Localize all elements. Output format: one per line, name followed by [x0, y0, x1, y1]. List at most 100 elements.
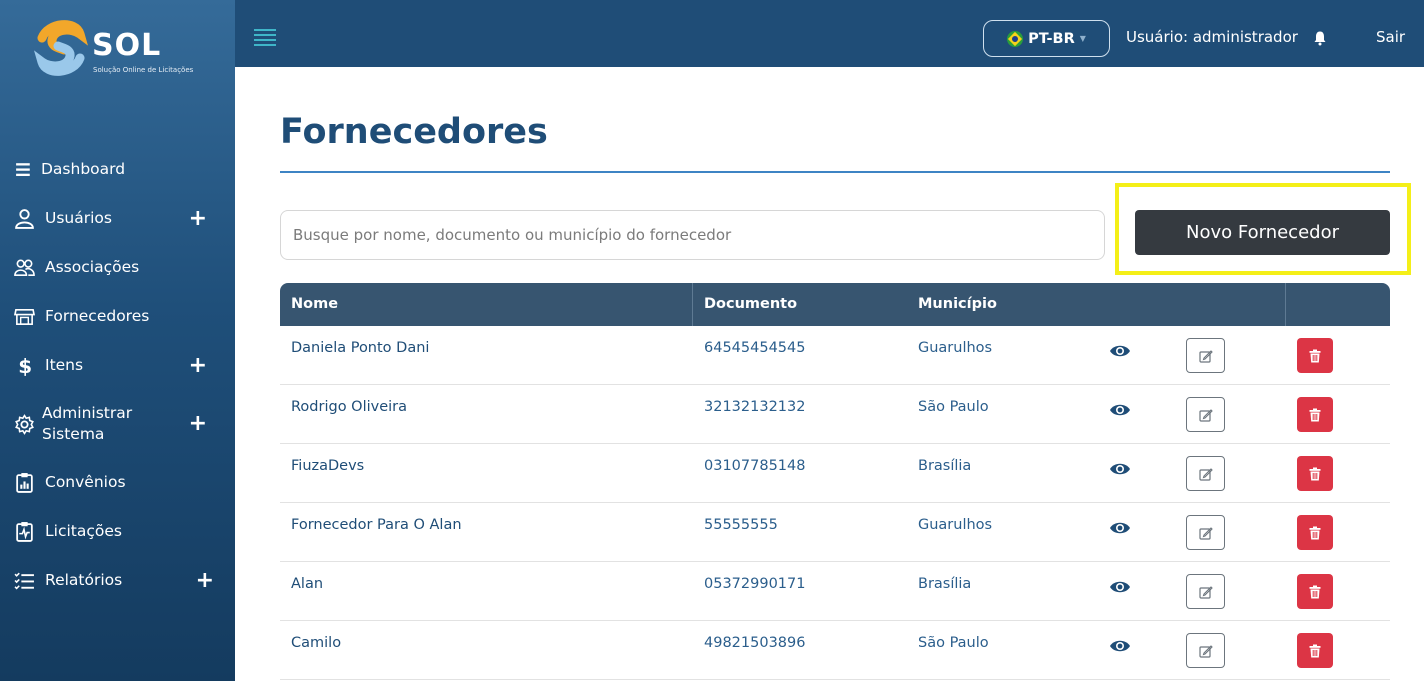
sidebar-item-convenios[interactable]: Convênios: [0, 458, 235, 507]
menu-toggle-icon[interactable]: [254, 29, 276, 46]
sidebar-item-label: Licitações: [45, 522, 122, 540]
trash-icon: [1309, 585, 1321, 598]
expand-plus-icon[interactable]: +: [196, 569, 214, 592]
sidebar-item-itens[interactable]: $ Itens +: [0, 341, 235, 390]
trash-icon: [1309, 526, 1321, 539]
supplier-document: 64545454545: [704, 340, 806, 356]
supplier-document: 03107785148: [704, 458, 806, 474]
sidebar-item-label: Administrar Sistema: [42, 404, 133, 443]
edit-icon: [1198, 526, 1213, 540]
supplier-city: Brasília: [918, 576, 972, 592]
edit-button[interactable]: [1186, 633, 1225, 668]
logo[interactable]: SOL Solução Online de Licitações: [34, 20, 214, 80]
edit-button[interactable]: [1186, 574, 1225, 609]
table-header: Nome Documento Município: [280, 283, 1390, 326]
logout-link[interactable]: Sair: [1376, 28, 1405, 46]
sidebar-item-fornecedores[interactable]: Fornecedores: [0, 292, 235, 341]
supplier-name: Fornecedor Para O Alan: [291, 517, 462, 533]
edit-icon: [1198, 467, 1213, 481]
eye-icon[interactable]: [1109, 461, 1131, 477]
dollar-icon: $: [12, 354, 36, 378]
sidebar-item-licitacoes[interactable]: Licitações: [0, 507, 235, 556]
table-row: Camilo 49821503896 São Paulo: [280, 621, 1390, 680]
sidebar-item-relatorios[interactable]: Relatórios +: [0, 556, 235, 605]
eye-icon[interactable]: [1109, 579, 1131, 595]
table-body: Daniela Ponto Dani 64545454545 Guarulhos: [280, 326, 1390, 680]
top-header: PT-BR ▼ Usuário: administrador Sair: [235, 0, 1424, 67]
sidebar-item-label: Itens: [45, 356, 84, 374]
edit-icon: [1198, 585, 1213, 599]
brand-name: SOL: [92, 28, 162, 63]
table-row: FiuzaDevs 03107785148 Brasília: [280, 444, 1390, 503]
user-label: Usuário: administrador: [1126, 28, 1298, 46]
sidebar-item-usuarios[interactable]: Usuários +: [0, 194, 235, 243]
column-header-document[interactable]: Documento: [704, 283, 797, 326]
edit-button[interactable]: [1186, 397, 1225, 432]
eye-icon[interactable]: [1109, 343, 1131, 359]
gear-icon: [12, 412, 36, 436]
column-divider: [1285, 283, 1286, 326]
clipboard-chart-icon: [12, 471, 36, 495]
edit-icon: [1198, 644, 1213, 658]
checklist-icon: [12, 569, 36, 593]
sidebar-item-label: Usuários: [45, 209, 112, 227]
trash-icon: [1309, 644, 1321, 657]
brazil-flag-icon: [1007, 30, 1024, 47]
bell-icon[interactable]: [1312, 30, 1328, 46]
sidebar-item-dashboard[interactable]: Dashboard: [0, 145, 235, 194]
sidebar-item-label: Relatórios: [45, 571, 123, 589]
delete-button[interactable]: [1297, 515, 1333, 550]
suppliers-table: Nome Documento Município Daniela Ponto D…: [280, 283, 1390, 680]
user-icon: [12, 207, 36, 231]
sidebar-item-label: Dashboard: [41, 160, 126, 178]
supplier-name: Alan: [291, 576, 324, 592]
edit-button[interactable]: [1186, 515, 1225, 550]
delete-button[interactable]: [1297, 456, 1333, 491]
sidebar-item-label: Fornecedores: [45, 307, 150, 325]
column-header-name[interactable]: Nome: [291, 283, 338, 326]
sidebar-item-label: Associações: [45, 258, 140, 276]
edit-button[interactable]: [1186, 456, 1225, 491]
title-divider: [280, 171, 1390, 173]
delete-button[interactable]: [1297, 574, 1333, 609]
expand-plus-icon[interactable]: +: [189, 413, 207, 435]
delete-button[interactable]: [1297, 633, 1333, 668]
eye-icon[interactable]: [1109, 520, 1131, 536]
delete-button[interactable]: [1297, 397, 1333, 432]
sidebar-menu: Dashboard Usuários + Associações Fornece…: [0, 145, 235, 605]
supplier-city: São Paulo: [918, 635, 989, 651]
search-input[interactable]: [280, 210, 1105, 260]
supplier-name: Rodrigo Oliveira: [291, 399, 408, 415]
supplier-name: FiuzaDevs: [291, 458, 365, 474]
expand-plus-icon[interactable]: +: [189, 207, 207, 230]
table-row: Fornecedor Para O Alan 55555555 Guarulho…: [280, 503, 1390, 562]
edit-icon: [1198, 349, 1213, 363]
table-row: Daniela Ponto Dani 64545454545 Guarulhos: [280, 326, 1390, 385]
brand-tagline: Solução Online de Licitações: [93, 66, 194, 74]
supplier-city: Guarulhos: [918, 517, 993, 533]
table-row: Alan 05372990171 Brasília: [280, 562, 1390, 621]
new-supplier-button[interactable]: Novo Fornecedor: [1135, 210, 1390, 255]
sidebar: SOL Solução Online de Licitações Dashboa…: [0, 0, 235, 681]
column-header-city[interactable]: Município: [918, 283, 997, 326]
sidebar-item-associacoes[interactable]: Associações: [0, 243, 235, 292]
column-divider: [692, 283, 693, 326]
supplier-document: 49821503896: [704, 635, 806, 651]
delete-button[interactable]: [1297, 338, 1333, 373]
language-selector[interactable]: PT-BR ▼: [983, 20, 1110, 57]
trash-icon: [1309, 349, 1321, 362]
trash-icon: [1309, 408, 1321, 421]
chevron-down-icon: ▼: [1079, 34, 1086, 43]
edit-button[interactable]: [1186, 338, 1225, 373]
eye-icon[interactable]: [1109, 638, 1131, 654]
trash-icon: [1309, 467, 1321, 480]
sidebar-item-administrar-sistema[interactable]: Administrar Sistema +: [0, 390, 235, 458]
users-icon: [12, 256, 36, 280]
bars-icon: [12, 158, 36, 182]
svg-text:$: $: [18, 355, 32, 376]
supplier-document: 32132132132: [704, 399, 806, 415]
supplier-name: Daniela Ponto Dani: [291, 340, 430, 356]
expand-plus-icon[interactable]: +: [189, 354, 207, 377]
supplier-name: Camilo: [291, 635, 342, 651]
eye-icon[interactable]: [1109, 402, 1131, 418]
